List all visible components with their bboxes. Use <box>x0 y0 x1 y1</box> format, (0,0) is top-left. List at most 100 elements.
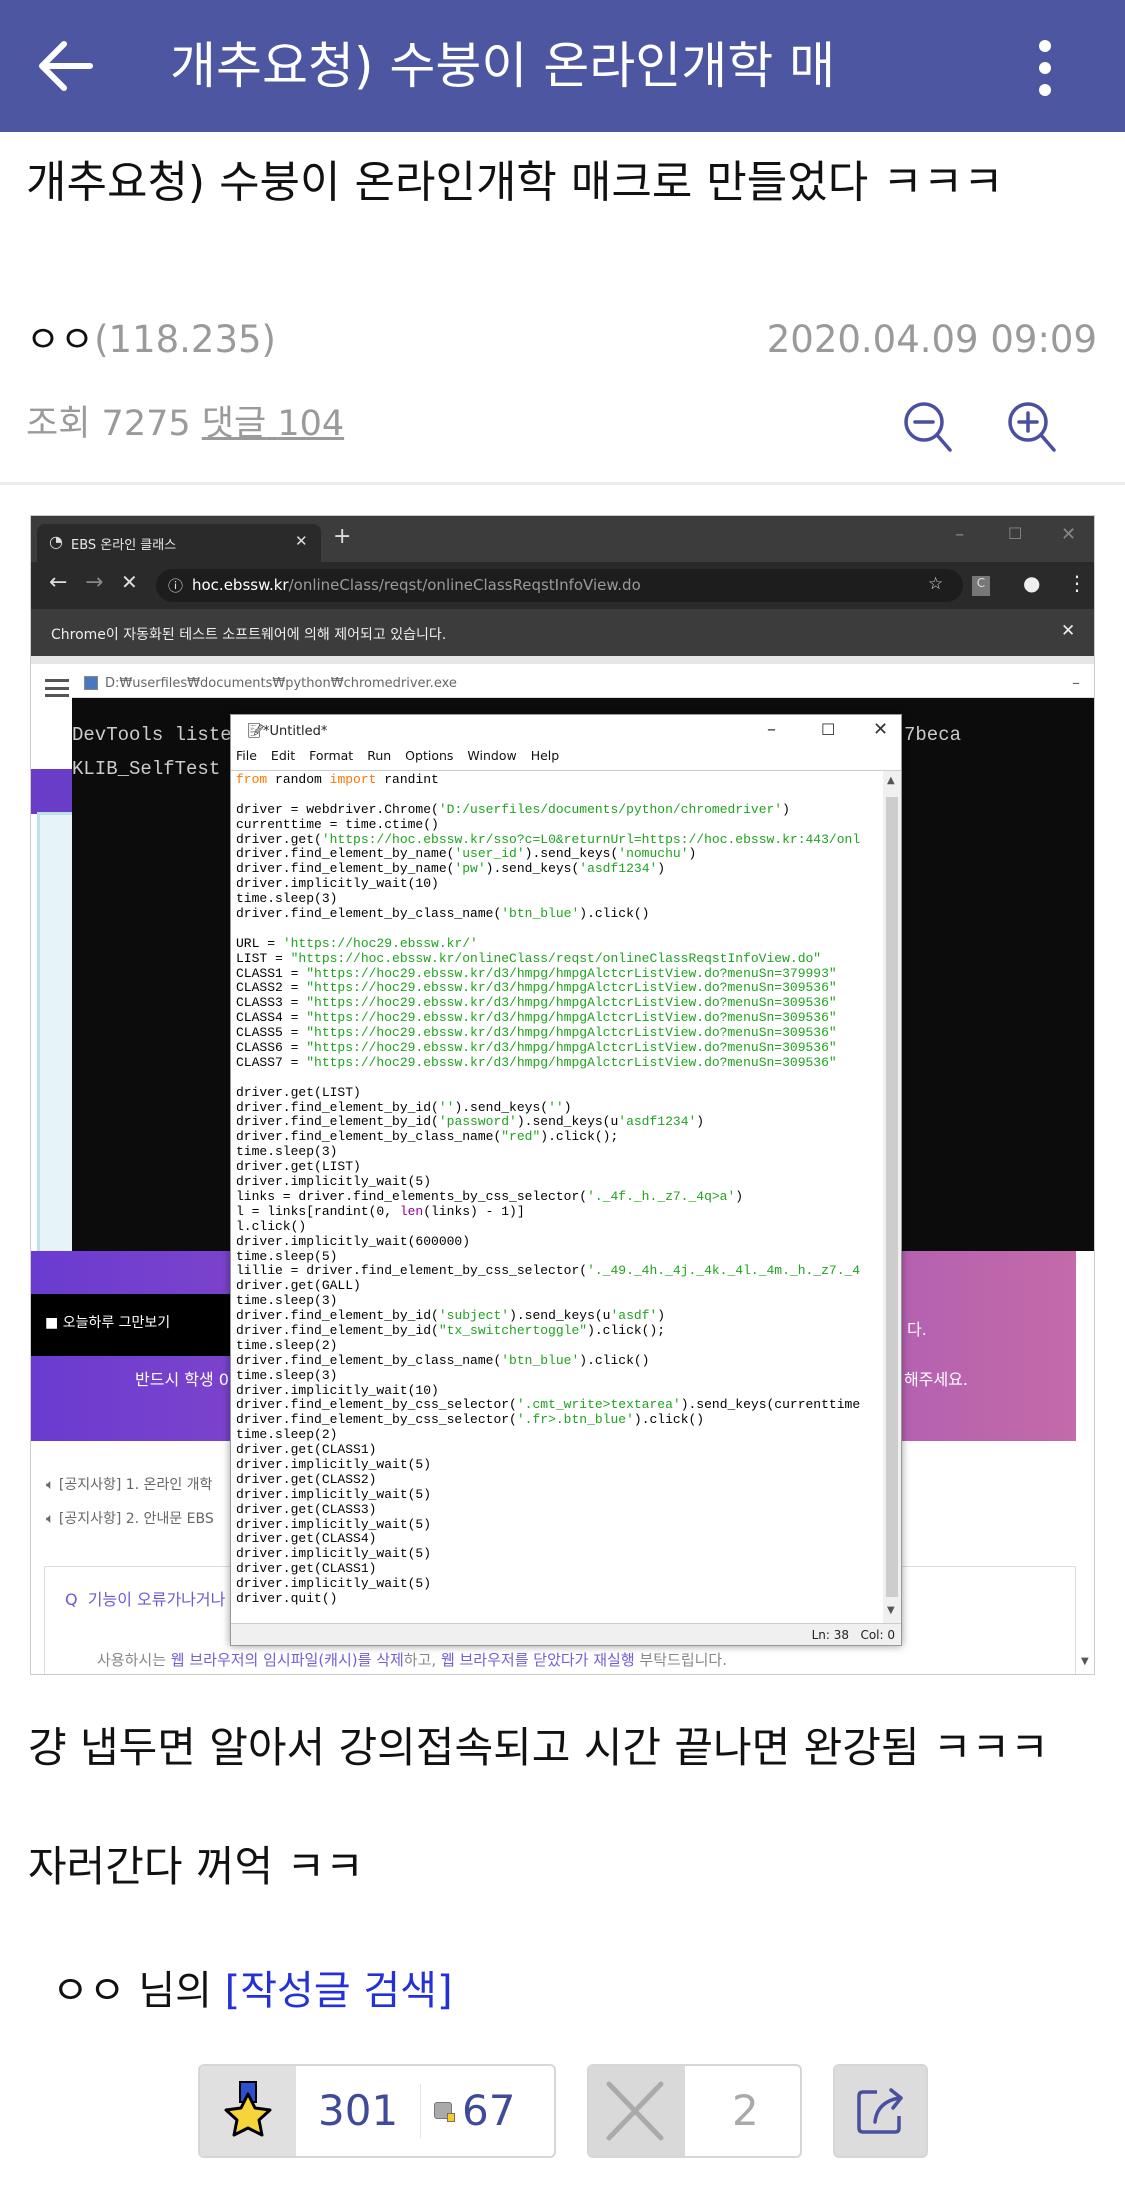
code-token: CLASS7 = <box>236 1054 307 1070</box>
post-date: 2020.04.09 09:09 <box>766 318 1097 361</box>
code-token: "red" <box>501 1129 541 1145</box>
recommend-star-icon <box>200 2066 296 2156</box>
menu-divider <box>231 770 901 771</box>
code-token: 'user_id' <box>454 846 525 862</box>
code-token: driver.find_element_by_class_name( <box>236 1352 502 1368</box>
code-line: time.sleep(3) <box>236 891 882 907</box>
button-separator <box>420 2084 421 2138</box>
idle-menu-item[interactable]: Options <box>405 748 453 763</box>
speaker-icon: 🔈︎ <box>46 1477 55 1493</box>
code-token: driver = webdriver.Chrome( <box>236 801 439 817</box>
faq-text-part: 사용하시는 <box>97 1651 171 1669</box>
notice-1-text: [공지사항] 1. 온라인 개학 <box>58 1477 213 1493</box>
code-token: 'D:/userfiles/documents/python/chromedri… <box>438 801 783 817</box>
zoom-out-icon[interactable] <box>900 398 956 454</box>
code-token: driver.get(CLASS1) <box>236 1442 377 1458</box>
idle-scrollbar[interactable]: ▲ ▼ <box>883 771 901 1623</box>
code-line: lillie = driver.find_element_by_css_sele… <box>236 1263 882 1279</box>
page-purple-strip <box>31 769 76 814</box>
faq-title: Q 기능이 오류가나거나 <box>65 1586 225 1610</box>
code-token: "https://hoc29.ebssw.kr/d3/hmpg/hmpgAlct… <box>306 980 837 996</box>
share-button[interactable] <box>833 2064 928 2158</box>
idle-menu-item[interactable]: Help <box>531 748 560 763</box>
code-token: driver.implicitly_wait(5) <box>236 1576 432 1592</box>
faq-text-part: 웹 브라우저를 닫았다가 재실행 <box>440 1651 635 1669</box>
idle-menu-item[interactable]: Edit <box>271 748 295 763</box>
code-token: "https://hoc29.ebssw.kr/d3/hmpg/hmpgAlct… <box>306 1025 837 1041</box>
code-token: '' <box>438 1099 455 1115</box>
code-token: time.sleep(3) <box>236 891 338 907</box>
code-token: 'nomuchu' <box>618 846 689 862</box>
infobar-close-icon: ✕ <box>1061 621 1076 641</box>
code-token: time.sleep(3) <box>236 1144 338 1160</box>
code-line: CLASS3 = "https://hoc29.ebssw.kr/d3/hmpg… <box>236 995 882 1011</box>
fixed-recommend-count: 67 <box>462 2086 516 2135</box>
idle-menu-item[interactable]: Format <box>309 748 353 763</box>
more-options-icon[interactable] <box>1030 38 1060 98</box>
idle-status-bar: Ln: 38 Col: 0 <box>231 1623 901 1645</box>
code-line: l.click() <box>236 1219 882 1235</box>
notice-2: 🔈︎ [공지사항] 2. 안내문 EBS <box>46 1508 214 1528</box>
idle-menu-item[interactable]: Window <box>467 748 516 763</box>
code-token: "https://hoc29.ebssw.kr/d3/hmpg/hmpgAlct… <box>306 965 837 981</box>
window-close-icon: ✕ <box>1061 524 1077 545</box>
tab-close-icon: ✕ <box>295 532 308 550</box>
code-line: driver.get(CLASS1) <box>236 1442 882 1458</box>
dismiss-label: 오늘하루 그만보기 <box>62 1315 171 1331</box>
code-editor[interactable]: from random import randint driver = webdr… <box>236 773 882 1618</box>
banner-right-text-1: 다. <box>907 1320 927 1339</box>
idle-menu-item[interactable]: Run <box>367 748 391 763</box>
code-token: '.cmt_write>textarea' <box>516 1397 681 1413</box>
faq-text-part: 하고, <box>403 1651 441 1669</box>
code-token: ).send_keys(u <box>509 1308 611 1324</box>
browser-toolbar: ← → ✕ ⓘ hoc.ebssw.kr/onlineClass/reqst/o… <box>31 562 1094 609</box>
chrome-menu-icon: ⋮ <box>1067 571 1087 595</box>
code-line: driver.implicitly_wait(5) <box>236 1546 882 1562</box>
code-token: ).send_keys(currenttime <box>680 1397 861 1413</box>
code-line: driver.get(LIST) <box>236 1159 882 1175</box>
idle-menu-bar: File Edit Format Run Options Window Help <box>236 748 559 763</box>
back-arrow-icon[interactable] <box>34 38 94 94</box>
author-name: ㅇㅇ <box>26 318 95 361</box>
code-line: URL = 'https://hoc29.ebssw.kr/' <box>236 936 882 952</box>
code-line: driver = webdriver.Chrome('D:/userfiles/… <box>236 801 882 818</box>
byline-author: ㅇㅇ <box>52 1968 126 2014</box>
zoom-in-icon[interactable] <box>1004 398 1060 454</box>
bookmark-star-icon: ☆ <box>928 574 944 594</box>
code-line: driver.get(CLASS2) <box>236 1472 882 1488</box>
dismiss-today: ■ 오늘하루 그만보기 <box>45 1315 171 1331</box>
code-token: driver.find_element_by_id( <box>236 1099 439 1115</box>
code-token: (links) - 1)] <box>423 1203 525 1219</box>
url-host: hoc.ebssw.kr <box>192 576 289 594</box>
infobar-text: Chrome이 자동화된 테스트 소프트웨어에 의해 제어되고 있습니다. <box>51 627 447 643</box>
dislike-button[interactable]: 2 <box>587 2064 802 2158</box>
code-token: '' <box>548 1099 564 1115</box>
code-line: LIST = "https://hoc.ebssw.kr/onlineClass… <box>236 951 882 967</box>
code-line: driver.find_element_by_css_selector('.cm… <box>236 1397 882 1413</box>
automation-infobar: Chrome이 자동화된 테스트 소프트웨어에 의해 제어되고 있습니다. ✕ <box>31 609 1094 656</box>
code-line: driver.find_element_by_name('user_id').s… <box>236 847 882 862</box>
scrollbar-thumb[interactable] <box>886 797 898 1597</box>
code-token: time.sleep(3) <box>236 1293 338 1309</box>
code-line: time.sleep(3) <box>236 1368 882 1384</box>
scroll-down-icon: ▼ <box>887 1605 895 1616</box>
idle-close-icon: ✕ <box>873 719 889 740</box>
code-token: driver.implicitly_wait(5) <box>236 1546 432 1562</box>
notice-2-text: [공지사항] 2. 안내문 EBS <box>58 1511 214 1527</box>
code-token: driver.get(CLASS1) <box>236 1561 377 1577</box>
code-token: driver.implicitly_wait(5) <box>236 1174 432 1190</box>
search-posts-link[interactable]: [작성글 검색] <box>225 1968 453 2014</box>
code-token: 'asdf1234' <box>579 861 658 877</box>
hamburger-icon <box>45 679 69 697</box>
comments-count: 104 <box>277 404 345 444</box>
recommend-button[interactable]: 301 67 <box>198 2064 556 2158</box>
code-line: driver.find_element_by_class_name('btn_b… <box>236 906 882 922</box>
notice-1: 🔈︎ [공지사항] 1. 온라인 개학 <box>46 1474 212 1494</box>
code-line: time.sleep(2) <box>236 1338 882 1354</box>
code-token: ).send_keys( <box>524 846 619 862</box>
idle-menu-item[interactable]: File <box>236 748 257 763</box>
comments-link[interactable]: 댓글 104 <box>202 404 344 444</box>
faq-q: Q <box>65 1590 78 1609</box>
